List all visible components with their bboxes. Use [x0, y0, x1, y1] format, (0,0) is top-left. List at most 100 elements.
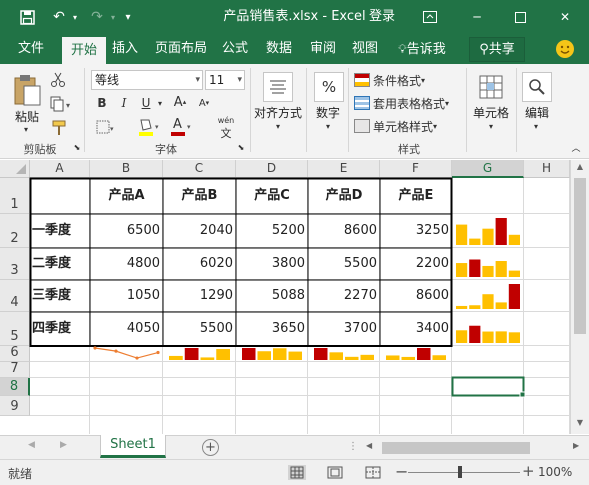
- share-button[interactable]: ⚲共享: [469, 37, 525, 62]
- format-as-table-button[interactable]: 套用表格格式 ▾: [354, 93, 466, 113]
- value-cell[interactable]: 4800: [90, 248, 163, 280]
- value-cell[interactable]: 5500: [163, 312, 236, 346]
- clipboard-launcher-icon[interactable]: ⬊: [72, 142, 82, 152]
- number-dropdown-icon[interactable]: ▾: [322, 120, 334, 132]
- tab-view[interactable]: 视图: [348, 34, 382, 64]
- conditional-formatting-button[interactable]: 条件格式 ▾: [354, 70, 466, 90]
- increase-font-button[interactable]: A ▴: [170, 92, 190, 112]
- value-cell[interactable]: 4050: [90, 312, 163, 346]
- editing-button[interactable]: 编辑: [518, 104, 556, 121]
- row-header-4[interactable]: 4: [0, 280, 30, 312]
- font-size-combo[interactable]: 11 ▾: [205, 70, 245, 90]
- sheet-next-icon[interactable]: ▶: [60, 440, 67, 450]
- cells-icon[interactable]: [476, 72, 506, 102]
- quarter-label-cell[interactable]: 一季度: [30, 214, 90, 248]
- ribbon-display-options-icon[interactable]: [408, 0, 452, 34]
- editing-dropdown-icon[interactable]: ▾: [530, 120, 542, 132]
- zoom-slider[interactable]: [408, 466, 520, 478]
- normal-view-icon[interactable]: [288, 465, 306, 480]
- horizontal-scroll-thumb[interactable]: [382, 442, 530, 454]
- sheet-prev-icon[interactable]: ◀: [28, 440, 35, 450]
- tell-me-button[interactable]: 💡︎告诉我: [392, 34, 452, 64]
- close-button[interactable]: ✕: [543, 0, 587, 34]
- value-cell[interactable]: 6500: [90, 214, 163, 248]
- decrease-font-button[interactable]: A ▾: [194, 94, 214, 112]
- vertical-scroll-thumb[interactable]: [574, 178, 586, 334]
- cut-icon[interactable]: [48, 70, 68, 90]
- value-cell[interactable]: 6020: [163, 248, 236, 280]
- collapse-ribbon-icon[interactable]: ︿: [570, 142, 582, 154]
- quarter-label-cell[interactable]: 二季度: [30, 248, 90, 280]
- value-cell[interactable]: 5088: [236, 280, 308, 312]
- tab-data[interactable]: 数据: [262, 34, 296, 64]
- row-header-5[interactable]: 5: [0, 312, 30, 346]
- row-header-1[interactable]: 1: [0, 178, 30, 214]
- cells-dropdown-icon[interactable]: ▾: [485, 120, 497, 132]
- font-color-button[interactable]: ▾ A: [168, 116, 194, 138]
- cell-styles-button[interactable]: 单元格样式 ▾: [354, 116, 466, 136]
- value-cell[interactable]: 2040: [163, 214, 236, 248]
- alignment-dropdown-icon[interactable]: ▾: [272, 120, 284, 132]
- tab-insert[interactable]: 插入: [108, 34, 142, 64]
- sheet-tab-sheet1[interactable]: Sheet1: [100, 435, 166, 458]
- zoom-out-icon[interactable]: −: [395, 462, 408, 481]
- customize-toolbar-icon[interactable]: ▾: [120, 0, 136, 34]
- tab-review[interactable]: 审阅: [306, 34, 340, 64]
- paste-icon[interactable]: [10, 72, 44, 108]
- redo-button[interactable]: ↷: [86, 0, 108, 34]
- table-header-cell[interactable]: 产品D: [308, 178, 380, 214]
- hscroll-left-icon[interactable]: ◀: [366, 441, 372, 450]
- column-header-a[interactable]: A: [30, 160, 90, 178]
- value-cell[interactable]: 5200: [236, 214, 308, 248]
- value-cell[interactable]: 1290: [163, 280, 236, 312]
- number-format-icon[interactable]: %: [314, 72, 344, 102]
- quarter-label-cell[interactable]: 四季度: [30, 312, 90, 346]
- value-cell[interactable]: 8600: [380, 280, 452, 312]
- redo-dropdown-icon[interactable]: ▾: [108, 0, 118, 34]
- page-layout-view-icon[interactable]: [326, 465, 344, 480]
- value-cell[interactable]: 1050: [90, 280, 163, 312]
- phonetic-guide-button[interactable]: wén 文: [212, 116, 240, 140]
- feedback-smiley-icon[interactable]: [556, 40, 574, 58]
- row-header-9[interactable]: 9: [0, 396, 30, 416]
- table-header-cell[interactable]: 产品C: [236, 178, 308, 214]
- underline-button[interactable]: U: [138, 94, 154, 112]
- tab-page-layout[interactable]: 页面布局: [152, 34, 210, 64]
- column-header-d[interactable]: D: [236, 160, 308, 178]
- column-header-h[interactable]: H: [524, 160, 570, 178]
- italic-button[interactable]: I: [116, 94, 132, 112]
- value-cell[interactable]: 3400: [380, 312, 452, 346]
- quarter-label-cell[interactable]: 三季度: [30, 280, 90, 312]
- horizontal-scrollbar[interactable]: [378, 441, 560, 455]
- table-header-cell[interactable]: 产品E: [380, 178, 452, 214]
- format-painter-icon[interactable]: [48, 118, 70, 138]
- column-header-f[interactable]: F: [380, 160, 452, 178]
- row-header-7[interactable]: 7: [0, 361, 30, 378]
- undo-dropdown-icon[interactable]: ▾: [70, 0, 80, 34]
- zoom-level[interactable]: 100%: [538, 465, 572, 479]
- borders-icon[interactable]: ▾: [94, 118, 118, 136]
- value-cell[interactable]: 3800: [236, 248, 308, 280]
- bold-button[interactable]: B: [94, 94, 110, 112]
- value-cell[interactable]: 2200: [380, 248, 452, 280]
- paste-button[interactable]: 粘贴: [12, 108, 42, 125]
- undo-button[interactable]: ↶: [48, 0, 70, 34]
- table-header-cell[interactable]: 产品B: [163, 178, 236, 214]
- restore-button[interactable]: [498, 0, 542, 34]
- number-button[interactable]: 数字: [308, 104, 348, 121]
- vertical-scrollbar[interactable]: ▲ ▼: [570, 160, 589, 434]
- column-header-e[interactable]: E: [308, 160, 380, 178]
- underline-dropdown-icon[interactable]: ▾: [156, 94, 164, 112]
- select-all-corner[interactable]: [0, 160, 30, 178]
- copy-icon[interactable]: ▾: [48, 94, 74, 114]
- value-cell[interactable]: 2270: [308, 280, 380, 312]
- page-break-view-icon[interactable]: [364, 465, 382, 480]
- fill-color-icon[interactable]: ▾: [136, 116, 162, 138]
- minimize-button[interactable]: ─: [455, 0, 499, 34]
- tab-file[interactable]: 文件: [8, 34, 54, 64]
- zoom-in-icon[interactable]: +: [522, 462, 535, 480]
- search-icon[interactable]: [522, 72, 552, 102]
- login-link[interactable]: 登录: [369, 0, 395, 34]
- scroll-up-icon[interactable]: ▲: [571, 162, 589, 176]
- column-header-g[interactable]: G: [452, 160, 524, 178]
